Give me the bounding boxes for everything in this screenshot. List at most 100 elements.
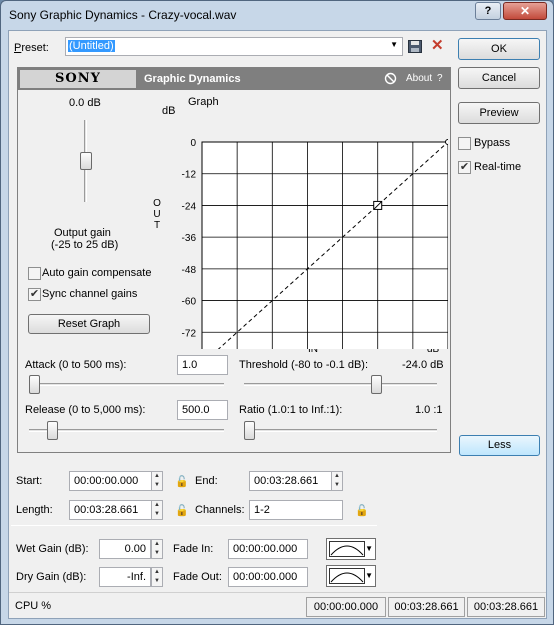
auto-gain-checkbox[interactable]: [28, 267, 41, 280]
realtime-checkbox[interactable]: ✔: [458, 161, 471, 174]
attack-label: Attack (0 to 500 ms):: [25, 359, 127, 371]
bypass-checkbox[interactable]: [458, 137, 471, 150]
dry-gain-field[interactable]: -Inf.: [99, 567, 151, 587]
spin-down-icon[interactable]: ▼: [152, 481, 162, 490]
y-tick-label: -48: [182, 265, 197, 276]
end-spinner[interactable]: ▲ ▼: [331, 471, 343, 491]
preview-label: Preview: [479, 107, 519, 119]
fade-out-curve-button[interactable]: ▼: [326, 565, 376, 587]
length-label: Length:: [16, 504, 53, 516]
cancel-button[interactable]: Cancel: [458, 67, 540, 89]
help-button[interactable]: ?: [475, 2, 501, 20]
gain-value: 0.0 dB: [69, 97, 101, 109]
release-slider-track[interactable]: [29, 429, 224, 432]
y-tick-label: -12: [182, 170, 197, 181]
spin-up-icon[interactable]: ▲: [152, 540, 162, 549]
length-field[interactable]: 00:03:28.661: [69, 500, 163, 520]
gain-range: (-25 to 25 dB): [51, 239, 119, 251]
fade-in-label: Fade In:: [173, 543, 214, 555]
bypass-label: Bypass: [474, 137, 511, 149]
lock-icon[interactable]: 🔓: [355, 504, 369, 517]
no-sign-icon[interactable]: [384, 72, 397, 85]
spin-down-icon[interactable]: ▼: [152, 577, 162, 586]
save-preset-icon[interactable]: [408, 40, 422, 53]
dry-gain-spinner[interactable]: ▲ ▼: [151, 567, 163, 587]
ratio-slider-thumb[interactable]: [244, 421, 255, 440]
release-label: Release (0 to 5,000 ms):: [25, 404, 146, 416]
lock-icon[interactable]: 🔓: [175, 504, 189, 517]
threshold-value: -24.0 dB: [402, 359, 444, 371]
plugin-name: Graphic Dynamics: [144, 73, 241, 85]
plugin-help-link[interactable]: ?: [437, 73, 443, 84]
spin-up-icon[interactable]: ▲: [332, 472, 342, 481]
y-tick-label: -60: [182, 297, 197, 308]
preset-value[interactable]: (Untitled): [68, 40, 115, 52]
channels-field[interactable]: 1-2: [249, 500, 343, 520]
gain-slider-thumb[interactable]: [80, 152, 92, 170]
preset-combobox[interactable]: (Untitled) ▼: [65, 37, 403, 56]
reset-graph-button[interactable]: Reset Graph: [28, 314, 150, 334]
release-field[interactable]: 500.0: [177, 400, 228, 420]
start-spinner[interactable]: ▲ ▼: [151, 471, 163, 491]
fade-out-field[interactable]: 00:00:00.000: [228, 567, 308, 587]
spin-up-icon[interactable]: ▲: [152, 472, 162, 481]
ok-button[interactable]: OK: [458, 38, 540, 60]
start-label: Start:: [16, 475, 43, 487]
lock-icon[interactable]: 🔓: [175, 475, 189, 488]
title-bar[interactable]: Sony Graphic Dynamics - Crazy-vocal.wav …: [1, 1, 553, 29]
attack-slider-track[interactable]: [29, 383, 224, 386]
spin-up-icon[interactable]: ▲: [152, 501, 162, 510]
ratio-slider-track[interactable]: [244, 429, 437, 432]
delete-preset-icon[interactable]: ✕: [431, 38, 444, 53]
status-cell: 00:03:28.661: [467, 597, 545, 617]
sync-channel-label: Sync channel gains: [42, 288, 138, 300]
attack-field[interactable]: 1.0: [177, 355, 228, 375]
close-button[interactable]: ✕: [503, 2, 547, 20]
fade-curve-icon: [329, 541, 365, 557]
fade-in-field[interactable]: 00:00:00.000: [228, 539, 308, 559]
fade-in-curve-button[interactable]: ▼: [326, 538, 376, 560]
fade-curve-icon: [329, 568, 365, 584]
wet-gain-spinner[interactable]: ▲ ▼: [151, 539, 163, 559]
chevron-down-icon[interactable]: ▼: [390, 40, 398, 49]
threshold-slider-thumb[interactable]: [371, 375, 383, 394]
status-cell: 00:03:28.661: [388, 597, 465, 617]
chevron-down-icon[interactable]: ▼: [365, 544, 373, 553]
cpu-label: CPU %: [15, 600, 52, 612]
ok-label: OK: [491, 43, 507, 55]
preview-button[interactable]: Preview: [458, 102, 540, 124]
dialog-client: Preset: (Untitled) ▼ ✕ OK Cancel Preview…: [8, 30, 547, 619]
wet-gain-field[interactable]: 0.00: [99, 539, 151, 559]
dry-gain-label: Dry Gain (dB):: [16, 571, 87, 583]
preset-label-text: reset:: [21, 42, 49, 54]
less-label: Less: [487, 439, 512, 451]
graph-plot[interactable]: 0-12-24-36-48-60-72-Inf.-Inf.-72-60-48-3…: [158, 104, 448, 349]
chevron-down-icon[interactable]: ▼: [365, 571, 373, 580]
spin-down-icon[interactable]: ▼: [152, 549, 162, 558]
status-cell: 00:00:00.000: [306, 597, 386, 617]
preset-label: Preset:: [14, 42, 49, 54]
auto-gain-label: Auto gain compensate: [42, 267, 152, 279]
about-link[interactable]: About: [406, 73, 432, 84]
end-label: End:: [195, 475, 218, 487]
plot-area: [201, 141, 448, 349]
plugin-panel: SONY Graphic Dynamics About ? 0.0 dB Out…: [17, 67, 451, 453]
channels-label: Channels:: [195, 504, 245, 516]
length-spinner[interactable]: ▲ ▼: [151, 500, 163, 520]
end-field[interactable]: 00:03:28.661: [249, 471, 343, 491]
release-slider-thumb[interactable]: [47, 421, 59, 440]
spin-up-icon[interactable]: ▲: [152, 568, 162, 577]
realtime-label: Real-time: [474, 161, 522, 173]
start-field[interactable]: 00:00:00.000: [69, 471, 163, 491]
attack-slider-thumb[interactable]: [29, 375, 41, 394]
y-tick-label: -72: [182, 328, 197, 339]
plugin-header: SONY Graphic Dynamics About ?: [18, 68, 450, 90]
spin-down-icon[interactable]: ▼: [332, 481, 342, 490]
less-button[interactable]: Less: [459, 435, 540, 456]
y-tick-label: -36: [182, 233, 197, 244]
threshold-slider-track[interactable]: [244, 383, 437, 386]
y-tick-label: -24: [182, 201, 197, 212]
spin-down-icon[interactable]: ▼: [152, 510, 162, 519]
dialog-window: Sony Graphic Dynamics - Crazy-vocal.wav …: [0, 0, 554, 625]
sync-channel-checkbox[interactable]: ✔: [28, 288, 41, 301]
